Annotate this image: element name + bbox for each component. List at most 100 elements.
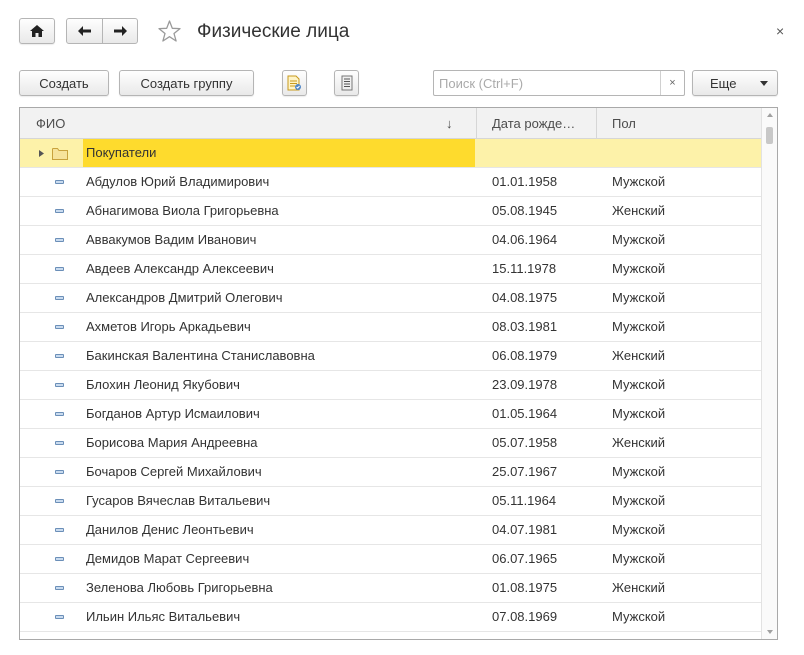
search-clear-button[interactable]: × xyxy=(660,71,684,95)
element-icon xyxy=(55,499,64,503)
cell-fio: Абнагимова Виола Григорьевна xyxy=(86,203,279,218)
table-row[interactable]: Бочаров Сергей Михайлович 25.07.1967 Мужск… xyxy=(20,458,761,487)
cell-gender: Мужской xyxy=(612,261,666,276)
table-header: ФИО ↓ Дата рожде… Пол xyxy=(20,108,761,139)
close-icon[interactable]: × xyxy=(776,23,784,39)
table-row[interactable]: Ахметов Игорь Аркадьевич 08.03.1981 Мужско… xyxy=(20,313,761,342)
table-row[interactable]: Ильин Ильяс Витальевич 07.08.1969 Мужской xyxy=(20,603,761,632)
arrow-left-icon xyxy=(78,26,91,36)
element-icon xyxy=(55,586,64,590)
cell-birth-date: 06.08.1979 xyxy=(492,348,558,363)
table-row[interactable]: Авдеев Александр Алексеевич 15.11.1978 Муж… xyxy=(20,255,761,284)
table-row[interactable]: Аввакумов Вадим Иванович 04.06.1964 Мужско… xyxy=(20,226,761,255)
cell-fio: Гусаров Вячеслав Витальевич xyxy=(86,493,271,508)
cell-birth-date: 05.07.1958 xyxy=(492,435,558,450)
table-row[interactable]: Гусаров Вячеслав Витальевич 05.11.1964 Муж… xyxy=(20,487,761,516)
vertical-scrollbar[interactable] xyxy=(761,108,777,639)
element-icon xyxy=(55,470,64,474)
home-button[interactable] xyxy=(19,18,55,44)
element-icon xyxy=(55,325,64,329)
individuals-table[interactable]: ФИО ↓ Дата рожде… Пол Покупатели Абдулов… xyxy=(19,107,778,640)
table-row[interactable]: Зеленова Любовь Григорьевна 01.08.1975 Жен… xyxy=(20,574,761,603)
element-icon xyxy=(55,557,64,561)
table-row[interactable]: Абдулов Юрий Владимирович 01.01.1958 Мужск… xyxy=(20,168,761,197)
column-header-gender[interactable]: Пол xyxy=(612,108,636,139)
cell-gender: Мужской xyxy=(612,464,666,479)
cell-birth-date: 04.07.1981 xyxy=(492,522,558,537)
folder-icon xyxy=(52,148,68,160)
chevron-down-icon xyxy=(760,81,768,86)
cell-fio: Авдеев Александр Алексеевич xyxy=(86,261,274,276)
forward-button[interactable] xyxy=(102,19,137,43)
cell-fio: Демидов Марат Сергеевич xyxy=(86,551,250,566)
column-header-birth-date[interactable]: Дата рожде… xyxy=(492,108,575,139)
cell-birth-date: 01.08.1975 xyxy=(492,580,558,595)
element-icon xyxy=(55,354,64,358)
back-button[interactable] xyxy=(67,19,102,43)
search-input[interactable] xyxy=(434,71,660,95)
star-icon[interactable] xyxy=(157,19,182,44)
folder-name: Покупатели xyxy=(86,145,157,160)
cell-fio: Ильин Ильяс Витальевич xyxy=(86,609,241,624)
table-row[interactable]: Борисова Мария Андреевна 05.07.1958 Женски… xyxy=(20,429,761,458)
cell-birth-date: 25.07.1967 xyxy=(492,464,558,479)
scrollbar-thumb[interactable] xyxy=(766,127,773,144)
table-row[interactable]: Демидов Марат Сергеевич 06.07.1965 Мужской xyxy=(20,545,761,574)
scroll-up-icon[interactable] xyxy=(767,113,773,117)
folder-row[interactable]: Покупатели xyxy=(20,139,761,168)
cell-fio: Бакинская Валентина Станиславовна xyxy=(86,348,315,363)
element-icon xyxy=(55,412,64,416)
cell-birth-date: 07.08.1969 xyxy=(492,609,558,624)
cell-fio: Аввакумов Вадим Иванович xyxy=(86,232,257,247)
expand-triangle-icon[interactable] xyxy=(39,150,45,157)
element-icon xyxy=(55,528,64,532)
cell-gender: Мужской xyxy=(612,493,666,508)
search-field[interactable]: × xyxy=(433,70,685,96)
cell-gender: Мужской xyxy=(612,609,666,624)
more-label: Еще xyxy=(710,75,737,91)
list-icon xyxy=(341,75,352,91)
cell-gender: Мужской xyxy=(612,290,666,305)
cell-gender: Мужской xyxy=(612,522,666,537)
element-icon xyxy=(55,267,64,271)
table-row[interactable]: Бакинская Валентина Станиславовна 06.08.1… xyxy=(20,342,761,371)
element-icon xyxy=(55,209,64,213)
element-icon xyxy=(55,441,64,445)
scroll-down-icon[interactable] xyxy=(767,630,773,634)
table-row[interactable]: Данилов Денис Леонтьевич 04.07.1981 Мужско… xyxy=(20,516,761,545)
table-row[interactable]: Богданов Артур Исмаилович 01.05.1964 Мужск… xyxy=(20,400,761,429)
table-row[interactable]: Александров Дмитрий Олегович 04.08.1975 Му… xyxy=(20,284,761,313)
cell-gender: Женский xyxy=(612,203,665,218)
cell-fio: Борисова Мария Андреевна xyxy=(86,435,258,450)
create-button[interactable]: Создать xyxy=(19,70,109,96)
more-button[interactable]: Еще xyxy=(692,70,778,96)
cell-birth-date: 05.08.1945 xyxy=(492,203,558,218)
list-button[interactable] xyxy=(334,70,359,96)
cell-birth-date: 15.11.1978 xyxy=(492,261,557,276)
element-icon xyxy=(55,238,64,242)
cell-gender: Женский xyxy=(612,435,665,450)
cell-gender: Мужской xyxy=(612,377,666,392)
table-row[interactable]: Абнагимова Виола Григорьевна 05.08.1945 Же… xyxy=(20,197,761,226)
column-divider xyxy=(476,108,477,139)
cell-fio: Александров Дмитрий Олегович xyxy=(86,290,283,305)
report-icon xyxy=(287,75,301,91)
table-rows: Абдулов Юрий Владимирович 01.01.1958 Мужск… xyxy=(20,168,761,632)
cell-gender: Мужской xyxy=(612,232,666,247)
table-row[interactable]: Блохин Леонид Якубович 23.09.1978 Мужской xyxy=(20,371,761,400)
sort-indicator[interactable]: ↓ xyxy=(446,108,453,139)
column-header-fio[interactable]: ФИО xyxy=(36,108,65,139)
history-navigation xyxy=(66,18,138,44)
arrow-right-icon xyxy=(113,26,127,36)
cell-birth-date: 08.03.1981 xyxy=(492,319,558,334)
cell-fio: Абдулов Юрий Владимирович xyxy=(86,174,270,189)
cell-fio: Блохин Леонид Якубович xyxy=(86,377,240,392)
create-group-button[interactable]: Создать группу xyxy=(119,70,254,96)
report-button[interactable] xyxy=(282,70,307,96)
cell-gender: Мужской xyxy=(612,174,666,189)
cell-birth-date: 01.01.1958 xyxy=(492,174,558,189)
cell-birth-date: 04.06.1964 xyxy=(492,232,558,247)
cell-fio: Ахметов Игорь Аркадьевич xyxy=(86,319,251,334)
cell-fio: Богданов Артур Исмаилович xyxy=(86,406,260,421)
cell-gender: Мужской xyxy=(612,406,666,421)
